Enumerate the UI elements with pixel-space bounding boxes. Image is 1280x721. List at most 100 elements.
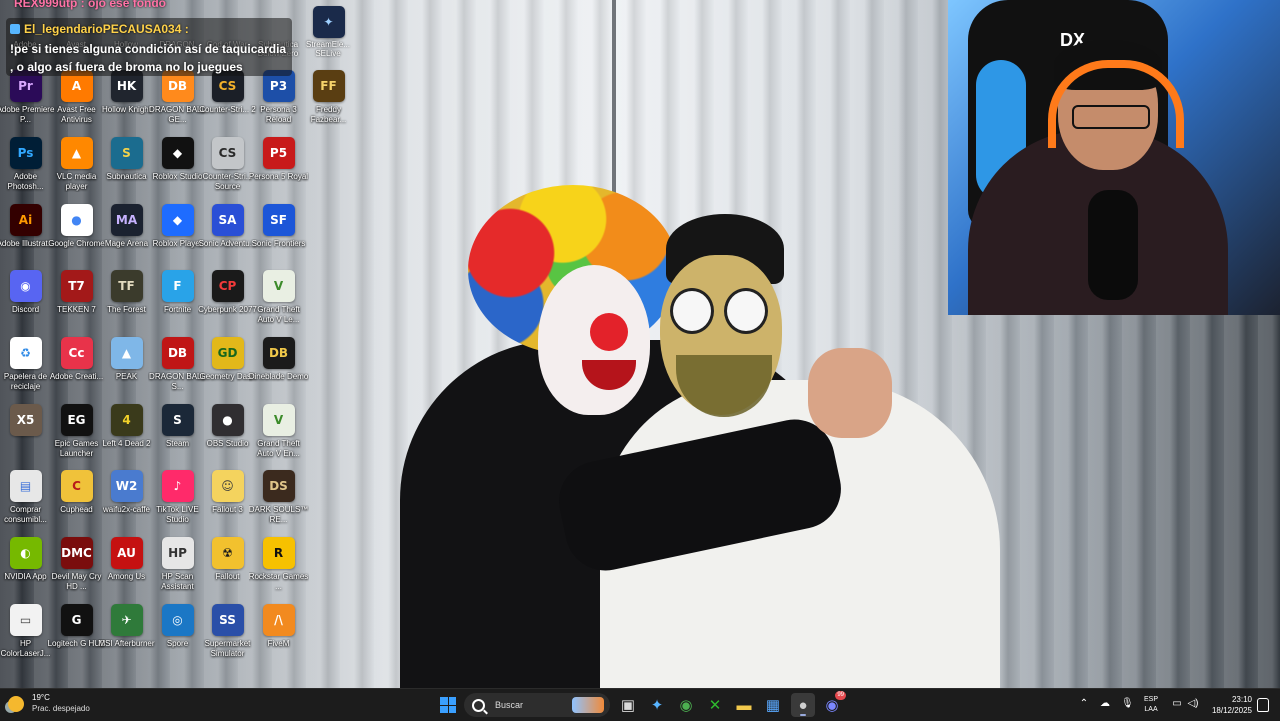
desktop-icon-persona3[interactable]: P3 Persona 3 Reload	[253, 70, 304, 125]
desktop-icon-tekken[interactable]: T7 TEKKEN 7	[51, 270, 102, 315]
desktop-icon-robloxplayer[interactable]: ◆ Roblox Player	[152, 204, 203, 249]
persona5-icon: P5	[262, 137, 295, 169]
desktop-icon-robloxstudio[interactable]: ◆ Roblox Studio	[152, 137, 203, 182]
desktop-icon-fallout[interactable]: ☢ Fallout	[202, 537, 253, 582]
desktop-icon-hollow[interactable]: HK Hollow Knight	[101, 70, 152, 115]
desktop-icon-fivem[interactable]: /\ FiveM	[253, 604, 304, 649]
desktop-icon-premiere[interactable]: Pr Adobe Premiere P...	[0, 70, 54, 125]
taskbar-explorer-button[interactable]: ▬	[732, 693, 756, 717]
desktop-icon-discord[interactable]: ◉ Discord	[0, 270, 51, 315]
desktop-icon-geodash[interactable]: GD Geometry Dash	[199, 337, 256, 382]
desktop-icon-recycle[interactable]: ♻ Papelera de reciclaje	[0, 337, 51, 392]
microphone-icon[interactable]: 🎙	[1121, 698, 1134, 710]
magearena-icon: MA	[110, 204, 143, 236]
desktop-icon-dinoblade[interactable]: DB Dineblade Demo	[249, 337, 308, 382]
language-indicator[interactable]: ESP LAA	[1144, 695, 1158, 715]
desktop-icon-theforest[interactable]: TF The Forest	[101, 270, 152, 315]
desktop-icon-label: Grand Theft Auto V En...	[257, 439, 300, 458]
search-placeholder: Buscar	[495, 700, 524, 710]
desktop-icon-vlc[interactable]: ▲ VLC media player	[51, 137, 102, 192]
desktop-icon-cssource[interactable]: CS Counter-Stri... Source	[202, 137, 253, 192]
windows-logo-icon	[440, 697, 456, 713]
search-box[interactable]: Buscar	[464, 693, 610, 717]
desktop-icon-gtave[interactable]: V Grand Theft Auto V En...	[253, 404, 304, 459]
desktop-icon-nvidia[interactable]: ◐ NVIDIA App	[0, 537, 51, 582]
desktop-icon-rockstar[interactable]: R Rockstar Games ...	[249, 537, 308, 592]
obs-icon: ●	[211, 404, 244, 436]
desktop-icon-streamelements[interactable]: ✦	[303, 6, 354, 38]
network-icon[interactable]: ▭	[1171, 698, 1183, 710]
desktop-icon-epic[interactable]: EG Epic Games Launcher	[51, 404, 102, 459]
start-button[interactable]	[436, 693, 460, 717]
desktop-icon-label: Persona 5 Royal	[248, 172, 309, 181]
webcam-microphone	[1088, 190, 1138, 300]
chevron-up-icon[interactable]: ⌃	[1078, 698, 1090, 710]
desktop-icon-amongus[interactable]: AU Among Us	[101, 537, 152, 582]
desktop-icon-darksouls[interactable]: DS DARK SOULS™ RE...	[249, 470, 308, 525]
taskbar-discord-button[interactable]: ◉ 99	[820, 691, 846, 717]
weather-widget[interactable]: 19°C Prac. despejado	[8, 693, 90, 714]
chat-username: El_legendarioPECAUSA034 :	[24, 22, 189, 36]
nvidia-icon: ◐	[9, 537, 42, 569]
taskbar-store-button[interactable]: ▦	[761, 693, 785, 717]
desktop-icon-persona5[interactable]: P5 Persona 5 Royal	[249, 137, 308, 182]
desktop-icon-fortnite[interactable]: F Fortnite	[152, 270, 203, 315]
layout-code: LAA	[1144, 706, 1158, 713]
desktop-icon-cuphead[interactable]: C Cuphead	[51, 470, 102, 515]
rockstar-icon: R	[262, 537, 295, 569]
desktop-icon-msi[interactable]: ✈ MSI Afterburner	[98, 604, 155, 649]
volume-icon[interactable]: ◁)	[1187, 698, 1199, 710]
desktop-icon-photoshop[interactable]: Ps Adobe Photosh...	[0, 137, 51, 192]
logitech-icon: G	[60, 604, 93, 636]
desktop-icon-dbsz[interactable]: DB DRAGON BALL GE...	[149, 70, 206, 125]
weather-temp: 19°C	[32, 693, 50, 702]
desktop-icon-gta5[interactable]: V Grand Theft Auto V Le...	[253, 270, 304, 325]
desktop-icon-tiktok[interactable]: ♪ TikTok LIVE Studio	[152, 470, 203, 525]
desktop-icon-l4d2[interactable]: 4 Left 4 Dead 2	[101, 404, 152, 449]
desktop-icon-fallout3[interactable]: ☺ Fallout 3	[202, 470, 253, 515]
desktop-icon-hpscan[interactable]: HP HP Scan Assistant	[152, 537, 203, 592]
desktop-icon-spore[interactable]: ◎ Spore	[152, 604, 203, 649]
taskbar-task-view-button[interactable]: ▣	[616, 693, 640, 717]
chat-overlay: REX999utp : ojo ese fondo El_legendarioP…	[0, 0, 300, 76]
cyberpunk-icon: CP	[211, 270, 244, 302]
clock[interactable]: 23:10 18/12/2025	[1206, 694, 1252, 716]
onedrive-icon[interactable]: ☁	[1099, 698, 1111, 710]
desktop-icon-hpprinter[interactable]: ▭ HP ColorLaserJ...	[0, 604, 51, 659]
desktop-icon-subnautica[interactable]: S Subnautica	[101, 137, 152, 182]
theforest-icon: TF	[110, 270, 143, 302]
desktop-icon-illustrator[interactable]: Ai Adobe Illustrat...	[0, 204, 54, 249]
tekken-icon: T7	[60, 270, 93, 302]
taskbar-xbox-button[interactable]: ✕	[703, 693, 727, 717]
desktop-icon-steam[interactable]: S Steam	[152, 404, 203, 449]
chat-message-text: !pe si tienes alguna condición así de ta…	[10, 42, 287, 74]
desktop-icon-dmc[interactable]: DMC Devil May Cry HD ...	[51, 537, 102, 592]
desktop-icon-supermarket[interactable]: SS Supermarket Simulator	[202, 604, 253, 659]
desktop-icon-logitech[interactable]: G Logitech G HUB	[48, 604, 105, 649]
desktop-icon-chrome[interactable]: ● Google Chrome	[48, 204, 105, 249]
desktop-icon-obs[interactable]: ● OBS Studio	[202, 404, 253, 449]
photoshop-icon: Ps	[9, 137, 42, 169]
desktop-icon-dbsparking[interactable]: DB DRAGON BALL S...	[149, 337, 206, 392]
notification-bell-icon[interactable]	[1257, 698, 1269, 712]
desktop-icon-magearena[interactable]: MA Mage Arena	[101, 204, 152, 249]
desktop-icon-store[interactable]: ▤ Comprar consumibl...	[0, 470, 51, 525]
desktop-icon-waifu[interactable]: W2 waifu2x-caffe	[101, 470, 152, 515]
desktop-icon-creative[interactable]: Cc Adobe Creati...	[50, 337, 103, 382]
desktop-icon-cs2[interactable]: CS Counter-Stri... 2	[199, 70, 256, 115]
desktop-icon-sonicfront[interactable]: SF Sonic Frontiers	[252, 204, 305, 249]
desktop-icon-x5[interactable]: X5	[0, 404, 51, 439]
desktop-icon-label: Sonic Frontiers	[251, 239, 306, 248]
desktop-icon-avast[interactable]: A Avast Free Antivirus	[51, 70, 102, 125]
obs-icon: ●	[798, 696, 808, 714]
desktop-icon-sonicadv[interactable]: SA Sonic Adventu...	[199, 204, 256, 249]
geodash-icon: GD	[211, 337, 244, 369]
creative-icon: Cc	[60, 337, 93, 369]
desktop-icon-peak[interactable]: ▲ PEAK	[101, 337, 152, 382]
clock-time: 23:10	[1231, 695, 1252, 704]
taskbar-chrome-button[interactable]: ◉	[674, 693, 698, 717]
desktop-icon-cyberpunk[interactable]: CP Cyberpunk 2077	[198, 270, 257, 315]
taskbar-copilot-button[interactable]: ✦	[645, 693, 669, 717]
desktop-icon-freddy[interactable]: FF Freddy Fazbear...	[303, 70, 354, 125]
taskbar-obs-button[interactable]: ●	[791, 693, 815, 717]
